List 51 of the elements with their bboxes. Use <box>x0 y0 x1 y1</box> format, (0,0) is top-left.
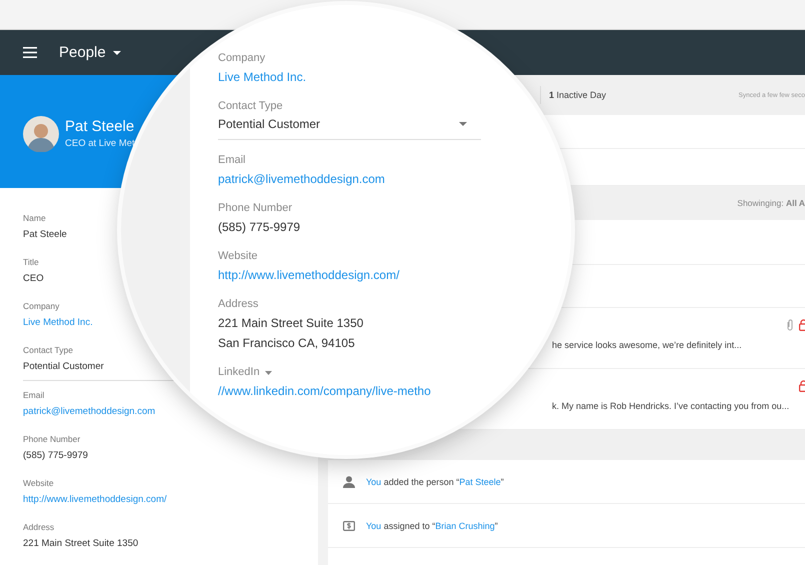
field-label: Phone Number <box>218 201 292 216</box>
person-title: CEO at Live Met <box>65 138 135 149</box>
field-link[interactable]: http://www.livemethoddesign.com/ <box>23 494 167 506</box>
select-field[interactable]: Potential Customer <box>218 114 481 140</box>
field-label: Contact Type <box>23 344 73 356</box>
field-link[interactable]: Live Method Inc. <box>23 317 93 329</box>
field-link[interactable]: patrick@livemethoddesign.com <box>23 406 156 418</box>
caret-icon <box>112 50 121 54</box>
field-label: Email <box>23 389 44 401</box>
person-name: Pat Steele <box>65 118 135 135</box>
section-dropdown[interactable]: People <box>59 44 121 61</box>
actor-link[interactable]: You <box>366 520 382 530</box>
field-link[interactable]: Live Method Inc. <box>218 69 306 86</box>
field-value: CEO <box>23 273 44 285</box>
field-link[interactable]: http://www.livemethoddesign.com/ <box>218 267 400 284</box>
activity-text: You assigned to “Brian Crushing” <box>366 520 498 530</box>
field-value: (585) 775-9979 <box>218 219 300 236</box>
field-label: Contact Type <box>218 99 283 114</box>
field-label: Email <box>218 153 246 168</box>
field-label: Website <box>23 477 54 489</box>
caret-icon <box>459 122 467 126</box>
caret-icon[interactable] <box>264 370 272 374</box>
menu-icon[interactable] <box>23 47 37 58</box>
field-label: Address <box>23 521 54 533</box>
activity-text: You added the person “Pat Steele” <box>366 476 504 486</box>
person-icon <box>343 476 355 488</box>
field-label: Address <box>218 297 258 312</box>
filter-label[interactable]: Showinging: All A <box>737 198 805 208</box>
inactive-count: 1 Inactive Day <box>549 90 606 100</box>
field-label: Name <box>23 212 46 224</box>
address-line: San Francisco CA, 94105 <box>218 335 355 352</box>
message-preview[interactable]: k. My name is Rob Hendricks. I’ve contacting you from ou... <box>552 401 790 411</box>
money-icon <box>343 520 355 530</box>
target-link[interactable]: Brian Crushing <box>435 520 495 530</box>
actor-link[interactable]: You <box>366 476 382 486</box>
field-label: Company <box>218 51 266 66</box>
field-link[interactable]: //www.linkedin.com/company/live-metho <box>218 383 431 400</box>
select-field[interactable]: Potential Customer <box>23 361 104 373</box>
field-value: 221 Main Street Suite 1350 <box>23 538 138 550</box>
field-label: Phone Number <box>23 433 80 445</box>
address-line: 221 Main Street Suite 1350 <box>218 315 364 332</box>
target-link[interactable]: Pat Steele <box>459 476 501 486</box>
field-label: LinkedIn <box>218 365 272 380</box>
field-value: Pat Steele <box>23 229 67 241</box>
message-preview[interactable]: he service looks awesome, we’re definitely int... <box>552 340 742 350</box>
field-link[interactable]: patrick@livemethoddesign.com <box>218 171 385 188</box>
avatar <box>23 116 59 152</box>
field-label: Website <box>218 249 258 264</box>
field-label: Title <box>23 256 39 268</box>
field-value: (585) 775-9979 <box>23 450 88 462</box>
field-label: Company <box>23 300 60 312</box>
